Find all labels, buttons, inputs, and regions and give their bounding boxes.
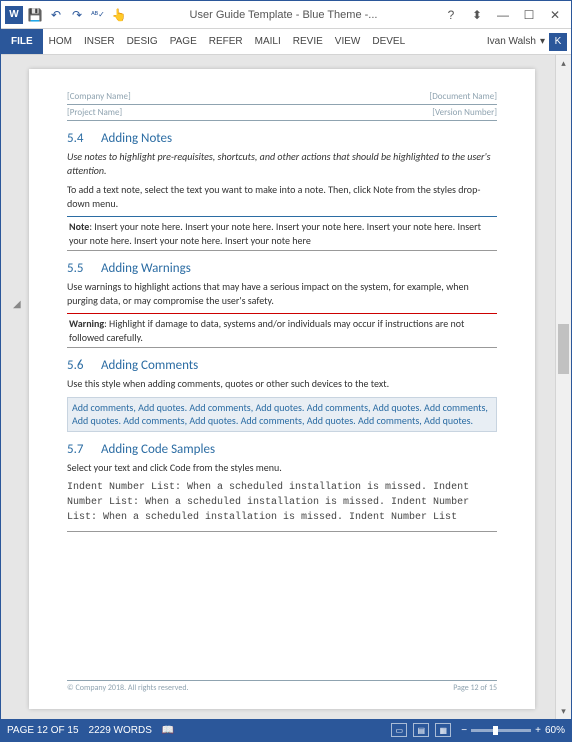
scroll-track[interactable] (556, 71, 571, 703)
header-docname: [Document Name] (430, 91, 498, 102)
print-layout-icon[interactable]: ▤ (413, 723, 429, 737)
proofing-icon[interactable]: 📖 (162, 725, 174, 736)
zoom-control: − + 60% (461, 725, 565, 736)
paragraph-mark-icon: ◢ (13, 299, 21, 310)
tab-developer[interactable]: DEVEL (366, 29, 411, 54)
zoom-in-icon[interactable]: + (535, 725, 541, 736)
ribbon-options-icon[interactable]: ⬍ (465, 5, 489, 25)
tab-references[interactable]: REFER (203, 29, 249, 54)
warning-box: Warning: Highlight if damage to data, sy… (67, 313, 497, 348)
zoom-out-icon[interactable]: − (461, 725, 467, 736)
word-icon[interactable]: W (5, 6, 23, 24)
footer-page-number: Page 12 of 15 (453, 683, 497, 693)
chevron-down-icon: ▾ (540, 36, 545, 47)
scroll-down-icon[interactable]: ▾ (556, 703, 571, 719)
quick-access-toolbar: W 💾 ↶ ↷ ᴬᴮ✓ 👆 (5, 6, 128, 24)
tab-mailings[interactable]: MAILI (249, 29, 287, 54)
tab-review[interactable]: REVIE (287, 29, 329, 54)
tab-design[interactable]: DESIG (121, 29, 164, 54)
redo-icon[interactable]: ↷ (68, 6, 86, 24)
close-icon[interactable]: ✕ (543, 5, 567, 25)
tab-home[interactable]: HOM (43, 29, 78, 54)
heading-5-4: 5.4Adding Notes (67, 131, 497, 146)
page-header-row1: [Company Name] [Document Name] (67, 91, 497, 105)
header-company: [Company Name] (67, 91, 131, 102)
status-words[interactable]: 2229 WORDS (89, 725, 152, 736)
heading-5-7: 5.7Adding Code Samples (67, 442, 497, 457)
tab-insert[interactable]: INSER (78, 29, 121, 54)
body-5-4: To add a text note, select the text you … (67, 183, 497, 210)
ribbon-tabs: FILE HOM INSER DESIG PAGE REFER MAILI RE… (1, 29, 571, 55)
help-icon[interactable]: ? (439, 5, 463, 25)
user-badge: K (549, 33, 567, 51)
window-title: User Guide Template - Blue Theme -... (128, 9, 439, 21)
heading-5-6: 5.6Adding Comments (67, 358, 497, 373)
body-5-6: Use this style when adding comments, quo… (67, 377, 497, 391)
save-icon[interactable]: 💾 (26, 6, 44, 24)
scroll-thumb[interactable] (558, 324, 569, 374)
header-project: [Project Name] (67, 107, 122, 118)
read-mode-icon[interactable]: ▭ (391, 723, 407, 737)
page-header-row2: [Project Name] [Version Number] (67, 107, 497, 121)
code-box: Indent Number List: When a scheduled ins… (67, 480, 497, 532)
vertical-scrollbar[interactable]: ▴ ▾ (555, 55, 571, 719)
document-page: [Company Name] [Document Name] [Project … (29, 69, 535, 709)
touch-mode-icon[interactable]: 👆 (110, 6, 128, 24)
page-scroll-area[interactable]: [Company Name] [Document Name] [Project … (1, 55, 555, 719)
header-version: [Version Number] (432, 107, 497, 118)
tab-page[interactable]: PAGE (164, 29, 203, 54)
document-workspace: ◢ [Company Name] [Document Name] [Projec… (1, 55, 571, 719)
note-box: Note: Insert your note here. Insert your… (67, 216, 497, 251)
window-controls: ? ⬍ — ☐ ✕ (439, 5, 567, 25)
zoom-slider[interactable] (471, 729, 531, 732)
heading-5-5: 5.5Adding Warnings (67, 261, 497, 276)
zoom-thumb[interactable] (493, 726, 498, 735)
web-layout-icon[interactable]: ▦ (435, 723, 451, 737)
body-5-5: Use warnings to highlight actions that m… (67, 280, 497, 307)
view-buttons: ▭ ▤ ▦ (391, 723, 451, 737)
user-name: Ivan Walsh (487, 36, 536, 47)
maximize-icon[interactable]: ☐ (517, 5, 541, 25)
scroll-up-icon[interactable]: ▴ (556, 55, 571, 71)
tab-view[interactable]: VIEW (329, 29, 367, 54)
file-tab[interactable]: FILE (1, 29, 43, 54)
zoom-level[interactable]: 60% (545, 725, 565, 736)
footer-copyright: © Company 2018. All rights reserved. (67, 683, 189, 693)
undo-icon[interactable]: ↶ (47, 6, 65, 24)
user-account[interactable]: Ivan Walsh ▾ K (483, 33, 571, 51)
body-5-7: Select your text and click Code from the… (67, 461, 497, 475)
titlebar: W 💾 ↶ ↷ ᴬᴮ✓ 👆 User Guide Template - Blue… (1, 1, 571, 29)
page-footer: © Company 2018. All rights reserved. Pag… (67, 680, 497, 693)
status-page[interactable]: PAGE 12 OF 15 (7, 725, 79, 736)
minimize-icon[interactable]: — (491, 5, 515, 25)
comment-box: Add comments, Add quotes. Add comments, … (67, 397, 497, 432)
intro-5-4: Use notes to highlight pre-requisites, s… (67, 150, 497, 177)
spellcheck-icon[interactable]: ᴬᴮ✓ (89, 6, 107, 24)
statusbar: PAGE 12 OF 15 2229 WORDS 📖 ▭ ▤ ▦ − + 60% (1, 719, 571, 741)
